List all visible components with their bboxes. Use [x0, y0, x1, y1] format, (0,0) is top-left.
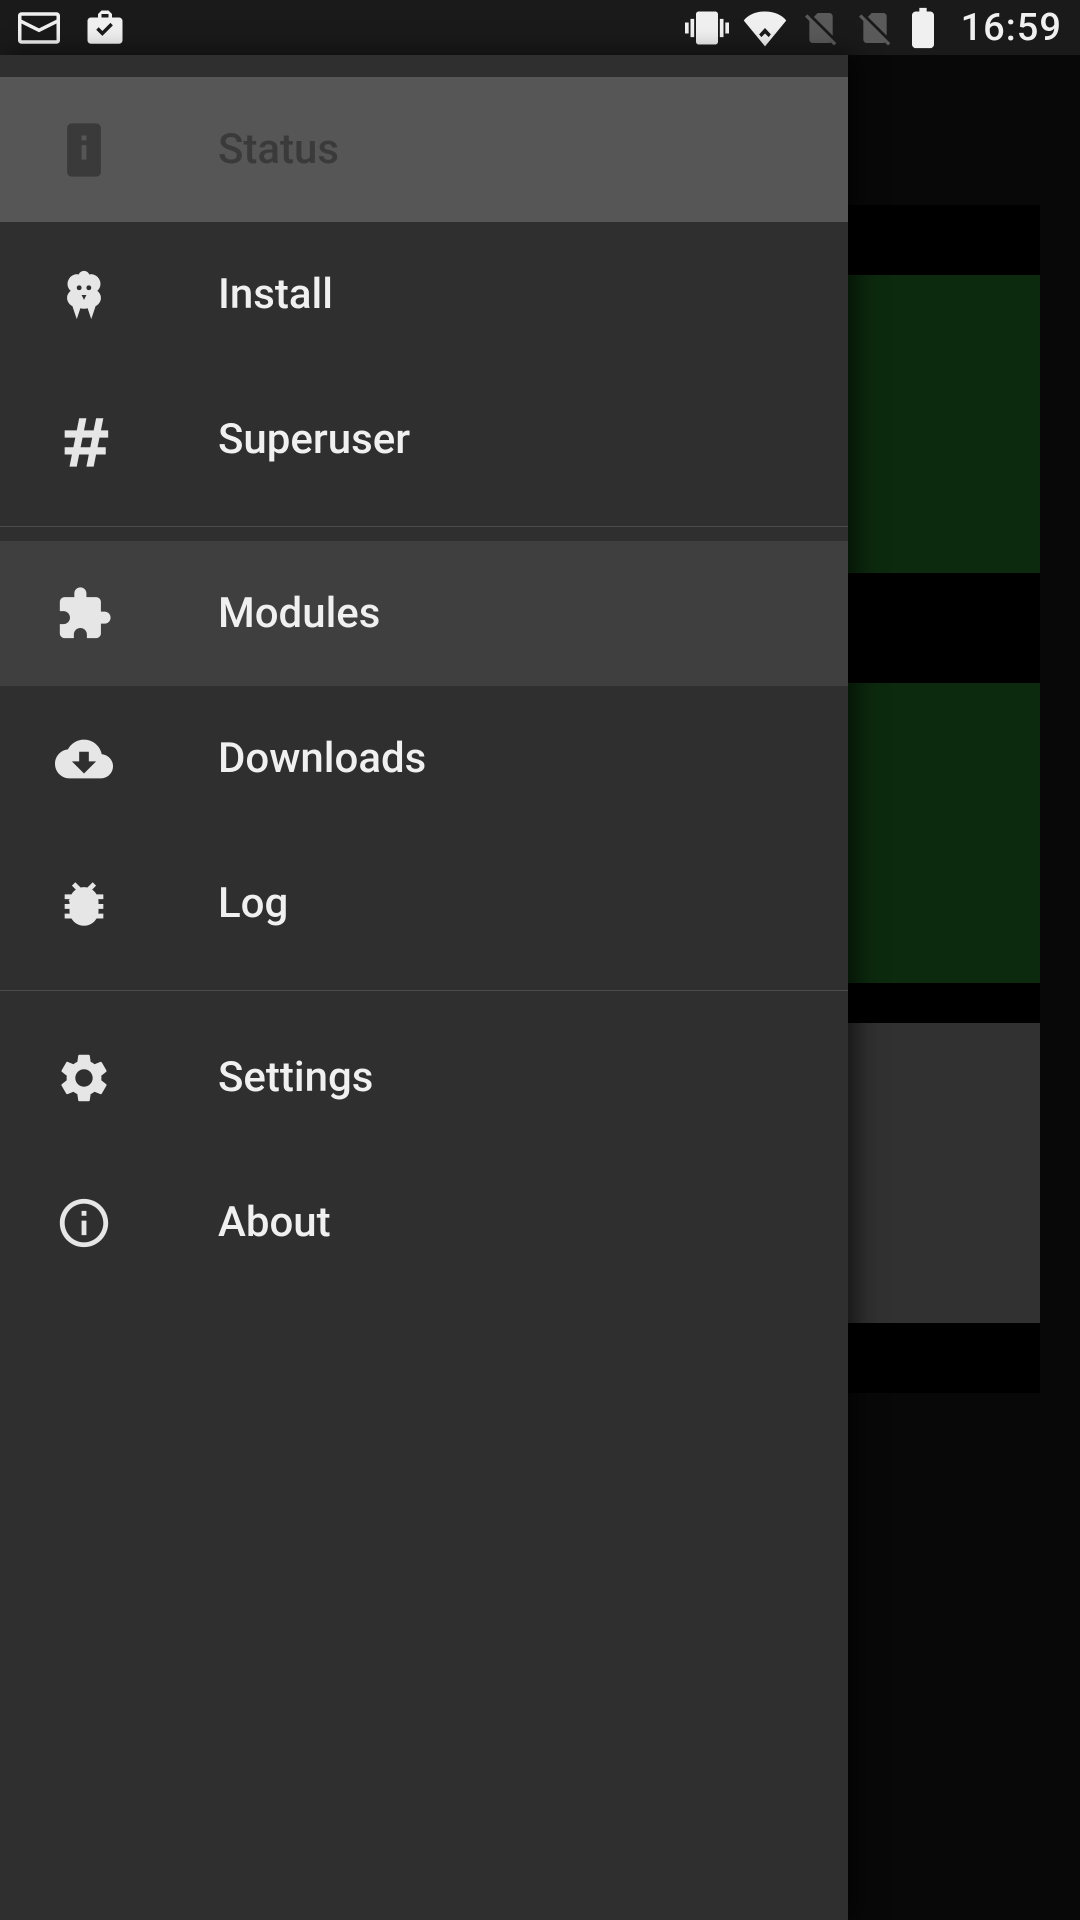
wifi-icon [743, 6, 787, 50]
nav-item-downloads[interactable]: Downloads [0, 686, 848, 831]
nav-item-label: Settings [218, 1053, 373, 1102]
nav-item-install[interactable]: Install [0, 222, 848, 367]
nav-item-label: Install [218, 270, 333, 319]
gear-icon [0, 1049, 218, 1107]
cloud-download-icon [0, 730, 218, 788]
nav-item-superuser[interactable]: Superuser [0, 367, 848, 512]
bug-icon [0, 875, 218, 933]
device-info-icon [0, 121, 218, 179]
nav-item-label: Superuser [218, 415, 410, 464]
nav-divider [0, 990, 848, 991]
no-sim-icon-2 [855, 6, 895, 50]
nav-drawer: Status Install Superuser Modules Downloa… [0, 55, 848, 1920]
briefcase-check-icon [84, 7, 126, 49]
mail-icon [18, 7, 60, 49]
nav-item-status[interactable]: Status [0, 77, 848, 222]
no-sim-icon [801, 6, 841, 50]
nav-item-label: Downloads [218, 734, 426, 783]
vibrate-icon [685, 6, 729, 50]
nav-item-label: Log [218, 879, 288, 928]
nav-item-about[interactable]: About [0, 1150, 848, 1295]
hash-icon [0, 411, 218, 469]
nav-item-settings[interactable]: Settings [0, 1005, 848, 1150]
nav-item-modules[interactable]: Modules [0, 541, 848, 686]
nav-divider [0, 526, 848, 527]
nav-item-label: Status [218, 125, 339, 174]
nav-item-log[interactable]: Log [0, 831, 848, 976]
puzzle-icon [0, 585, 218, 643]
magisk-icon [0, 266, 218, 324]
nav-item-label: About [218, 1198, 331, 1247]
battery-icon [909, 6, 937, 50]
nav-item-label: Modules [218, 589, 380, 638]
clock: 16:59 [961, 6, 1062, 50]
status-bar: 16:59 [0, 0, 1080, 55]
info-icon [0, 1194, 218, 1252]
